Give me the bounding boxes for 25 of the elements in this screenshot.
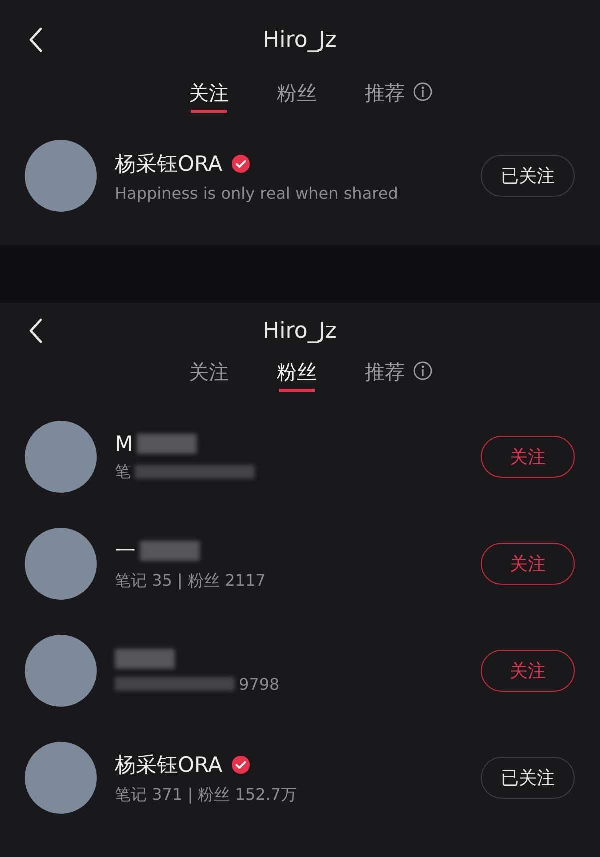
tab[interactable]: 粉丝 — [277, 80, 317, 116]
following-button[interactable]: 已关注 — [481, 155, 575, 197]
page-title: Hiro_Jz — [263, 318, 337, 344]
user-name: 杨采钰ORA — [115, 150, 223, 178]
user-stats: 9798 — [239, 674, 280, 694]
page-title: Hiro_Jz — [263, 28, 337, 52]
user-name: 杨采钰ORA — [115, 752, 223, 778]
back-icon[interactable] — [29, 27, 43, 53]
tab[interactable]: 关注 — [189, 80, 229, 116]
follow-button[interactable]: 关注 — [481, 650, 575, 692]
following-button[interactable]: 已关注 — [481, 757, 575, 799]
follow-button[interactable]: 关注 — [481, 543, 575, 585]
follow-button[interactable]: 关注 — [481, 436, 575, 478]
tab[interactable]: 推荐 — [365, 359, 433, 395]
back-icon[interactable] — [29, 318, 43, 344]
user-stats: 笔记 35 | 粉丝 2117 — [115, 570, 266, 592]
tab[interactable]: 推荐 — [365, 80, 433, 116]
user-stats: 笔 — [115, 462, 131, 482]
info-icon — [413, 361, 433, 381]
user-stats: Happiness is only real when shared — [115, 184, 398, 202]
user-name: 一 — [115, 538, 136, 564]
tab[interactable]: 关注 — [189, 359, 229, 395]
user-name: M — [115, 432, 134, 456]
user-stats: 笔记 371 | 粉丝 152.7万 — [115, 784, 298, 806]
info-icon — [413, 82, 433, 102]
